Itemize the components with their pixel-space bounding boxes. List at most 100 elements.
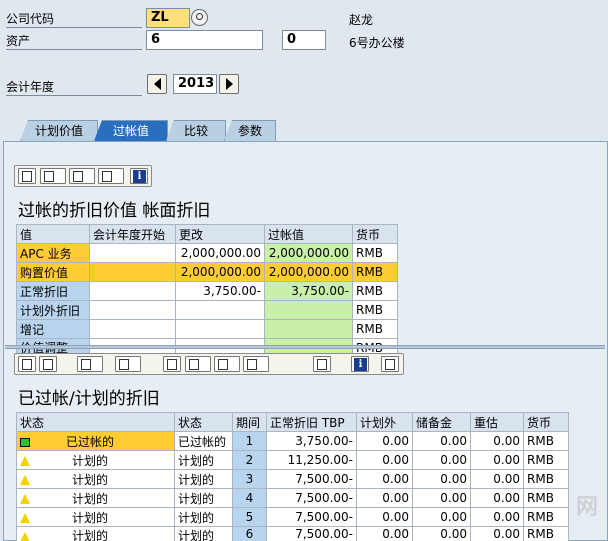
normal-dep-cell: 7,500.00-: [266, 507, 357, 527]
column-header-status[interactable]: 状态: [174, 412, 233, 432]
table-row[interactable]: 计划的 计划的 2 11,250.00- 0.00 0.00 0.00 RMB: [16, 450, 569, 470]
watermark: 网: [575, 495, 598, 520]
table-row[interactable]: 计划的 计划的 6 7,500.00- 0.00 0.00 0.00 RMB: [16, 526, 569, 541]
layout-button[interactable]: [243, 356, 269, 372]
row-label: 正常折旧: [16, 281, 90, 301]
details-button-2[interactable]: [163, 356, 181, 372]
info-icon: i: [354, 358, 367, 371]
table-row[interactable]: 已过帐的 已过帐的 1 3,750.00- 0.00 0.00 0.00 RMB: [16, 431, 569, 451]
asset-main-number-field[interactable]: 6: [146, 30, 263, 50]
status-text-2: 计划的: [174, 507, 233, 527]
tab-comparison[interactable]: 比较: [166, 120, 226, 141]
cell-change: 2,000,000.00: [175, 262, 265, 282]
cell-posted: [264, 319, 353, 339]
previous-year-button[interactable]: [147, 74, 167, 94]
info-button[interactable]: i: [130, 168, 148, 184]
unplanned-cell: 0.00: [356, 469, 413, 489]
column-header-currency[interactable]: 货币: [352, 224, 398, 244]
asset-view-icon: [44, 171, 54, 182]
currency-cell: RMB: [523, 469, 569, 489]
chart-icon: [317, 359, 327, 370]
filter-button[interactable]: [39, 356, 57, 372]
notes-button[interactable]: [381, 356, 399, 372]
column-header-fy-start[interactable]: 会计年度开始: [89, 224, 176, 244]
column-header-revaluation[interactable]: 重估: [470, 412, 524, 432]
info-icon: i: [133, 170, 146, 183]
status-text: 计划的: [71, 510, 108, 525]
column-header-posted[interactable]: 过帐值: [264, 224, 353, 244]
unplanned-cell: 0.00: [356, 450, 413, 470]
view-button[interactable]: [185, 356, 211, 372]
tab-parameters[interactable]: 参数: [224, 120, 276, 141]
normal-dep-cell: 11,250.00-: [266, 450, 357, 470]
currency-cell: RMB: [523, 431, 569, 451]
next-year-button[interactable]: [219, 74, 239, 94]
document-icon: [22, 171, 32, 182]
cell-change: [175, 319, 265, 339]
info-button-2[interactable]: i: [351, 356, 369, 372]
export-button-2[interactable]: [214, 356, 240, 372]
search-help-icon: [196, 13, 203, 20]
table-row[interactable]: 购置价值 2,000,000.00 2,000,000.00 RMB: [16, 262, 398, 282]
cell-fy-start: [89, 262, 176, 282]
table-row[interactable]: 计划的 计划的 4 7,500.00- 0.00 0.00 0.00 RMB: [16, 488, 569, 508]
column-header-status-icon[interactable]: 状态: [16, 412, 175, 432]
subtotal-button[interactable]: [115, 356, 141, 372]
print-button[interactable]: [18, 356, 36, 372]
company-code-help-button[interactable]: [191, 9, 208, 26]
table-row[interactable]: APC 业务 2,000,000.00 2,000,000.00 RMB: [16, 243, 398, 263]
sum-button[interactable]: [77, 356, 103, 372]
currency-cell: RMB: [523, 526, 569, 541]
cell-posted: [264, 300, 353, 320]
reserve-cell: 0.00: [412, 488, 471, 508]
row-label: 计划外折旧: [16, 300, 90, 320]
column-header-value[interactable]: 值: [16, 224, 90, 244]
column-header-change[interactable]: 更改: [175, 224, 265, 244]
period-cell: 5: [232, 507, 267, 527]
reserve-cell: 0.00: [412, 526, 471, 541]
unplanned-cell: 0.00: [356, 526, 413, 541]
reserve-cell: 0.00: [412, 450, 471, 470]
chart-button[interactable]: [313, 356, 331, 372]
document-icon: [167, 359, 177, 370]
company-code-field[interactable]: ZL: [146, 8, 190, 28]
display-asset-button[interactable]: [40, 168, 66, 184]
display-document-button[interactable]: [69, 168, 95, 184]
tab-planned-values[interactable]: 计划价值: [20, 120, 98, 141]
cell-posted: 2,000,000.00: [264, 262, 353, 282]
cell-fy-start: [89, 319, 176, 339]
reserve-cell: 0.00: [412, 469, 471, 489]
details-button[interactable]: [18, 168, 36, 184]
status-text: 计划的: [71, 472, 108, 487]
posted-values-table: 值 会计年度开始 更改 过帐值 货币 APC 业务 2,000,000.00 2…: [16, 224, 398, 358]
column-header-normal-dep[interactable]: 正常折旧 TBP: [266, 412, 357, 432]
table-row[interactable]: 计划外折旧 RMB: [16, 300, 398, 320]
arrow-left-icon: [153, 78, 161, 90]
table-row[interactable]: 计划的 计划的 3 7,500.00- 0.00 0.00 0.00 RMB: [16, 469, 569, 489]
status-text: 计划的: [71, 491, 108, 506]
print-icon: [22, 359, 32, 370]
splitter-bar[interactable]: [5, 345, 605, 349]
export-button[interactable]: [98, 168, 124, 184]
status-text-2: 计划的: [174, 469, 233, 489]
column-header-unplanned[interactable]: 计划外: [356, 412, 413, 432]
period-cell: 2: [232, 450, 267, 470]
cell-currency: RMB: [352, 319, 398, 339]
planned-status-icon: [20, 531, 30, 541]
period-cell: 6: [232, 526, 267, 541]
cell-currency: RMB: [352, 262, 398, 282]
table-row[interactable]: 计划的 计划的 5 7,500.00- 0.00 0.00 0.00 RMB: [16, 507, 569, 527]
normal-dep-cell: 7,500.00-: [266, 526, 357, 541]
posted-status-icon: [20, 437, 30, 447]
row-label: 增记: [16, 319, 90, 339]
tab-posted-values[interactable]: 过帐值: [94, 120, 168, 141]
cell-change: [175, 300, 265, 320]
table-row[interactable]: 正常折旧 3,750.00- 3,750.00- RMB: [16, 281, 398, 301]
period-cell: 4: [232, 488, 267, 508]
column-header-reserve[interactable]: 储备金: [412, 412, 471, 432]
column-header-period[interactable]: 期间: [232, 412, 267, 432]
asset-sub-number-field[interactable]: 0: [282, 30, 326, 50]
fiscal-year-field[interactable]: 2013: [173, 74, 217, 94]
table-row[interactable]: 增记 RMB: [16, 319, 398, 339]
column-header-currency[interactable]: 货币: [523, 412, 569, 432]
